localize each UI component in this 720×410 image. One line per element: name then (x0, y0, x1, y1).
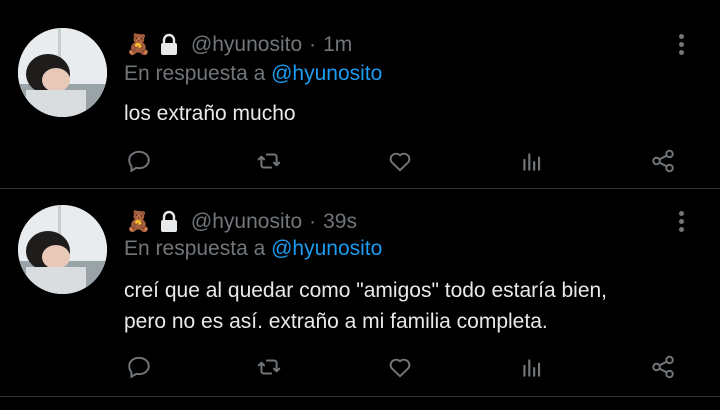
divider (0, 396, 720, 397)
tweet-actions (0, 352, 720, 382)
more-options-icon[interactable] (672, 30, 692, 60)
timestamp[interactable]: 39s (323, 210, 357, 234)
more-options-icon[interactable] (672, 207, 692, 237)
timestamp[interactable]: 1m (323, 33, 352, 57)
tweet[interactable]: 🧸 @hyunosito · 1m En respuesta a @hyunos… (0, 0, 720, 188)
reply-context: En respuesta a @hyunosito (124, 62, 382, 86)
analytics-icon[interactable] (517, 352, 547, 382)
tweet-text-line: pero no es así. extraño a mi familia com… (124, 310, 548, 333)
reply-prefix: En respuesta a (124, 237, 266, 260)
reply-context: En respuesta a @hyunosito (124, 237, 382, 261)
like-icon[interactable] (385, 146, 415, 176)
tweet-actions (0, 146, 720, 176)
share-icon[interactable] (648, 146, 678, 176)
like-icon[interactable] (385, 352, 415, 382)
avatar-photo (18, 205, 107, 294)
user-handle[interactable]: @hyunosito (191, 210, 302, 234)
reply-icon[interactable] (124, 352, 154, 382)
teddy-bear-icon: 🧸 (126, 211, 151, 233)
share-icon[interactable] (648, 352, 678, 382)
separator-dot: · (309, 33, 317, 56)
separator-dot: · (309, 210, 317, 233)
lock-icon (160, 33, 177, 55)
user-handle[interactable]: @hyunosito (191, 33, 302, 57)
tweet-text: creí que al quedar como "amigos" todo es… (124, 275, 607, 337)
reply-mention-link[interactable]: @hyunosito (271, 62, 382, 85)
avatar[interactable] (18, 28, 107, 117)
tweet-text: los extraño mucho (124, 98, 296, 129)
analytics-icon[interactable] (517, 146, 547, 176)
avatar-photo (18, 28, 107, 117)
reply-icon[interactable] (124, 146, 154, 176)
retweet-icon[interactable] (254, 352, 284, 382)
teddy-bear-icon: 🧸 (126, 34, 151, 56)
retweet-icon[interactable] (254, 146, 284, 176)
reply-prefix: En respuesta a (124, 62, 266, 85)
tweet-text-line: creí que al quedar como "amigos" todo es… (124, 279, 608, 302)
reply-mention-link[interactable]: @hyunosito (271, 237, 382, 260)
tweet-text-line: los extraño mucho (124, 102, 296, 125)
lock-icon (160, 210, 177, 232)
tweet-header: 🧸 @hyunosito · 39s (126, 207, 357, 237)
avatar[interactable] (18, 205, 107, 294)
tweet[interactable]: 🧸 @hyunosito · 39s En respuesta a @hyuno… (0, 189, 720, 397)
tweet-header: 🧸 @hyunosito · 1m (126, 30, 352, 60)
